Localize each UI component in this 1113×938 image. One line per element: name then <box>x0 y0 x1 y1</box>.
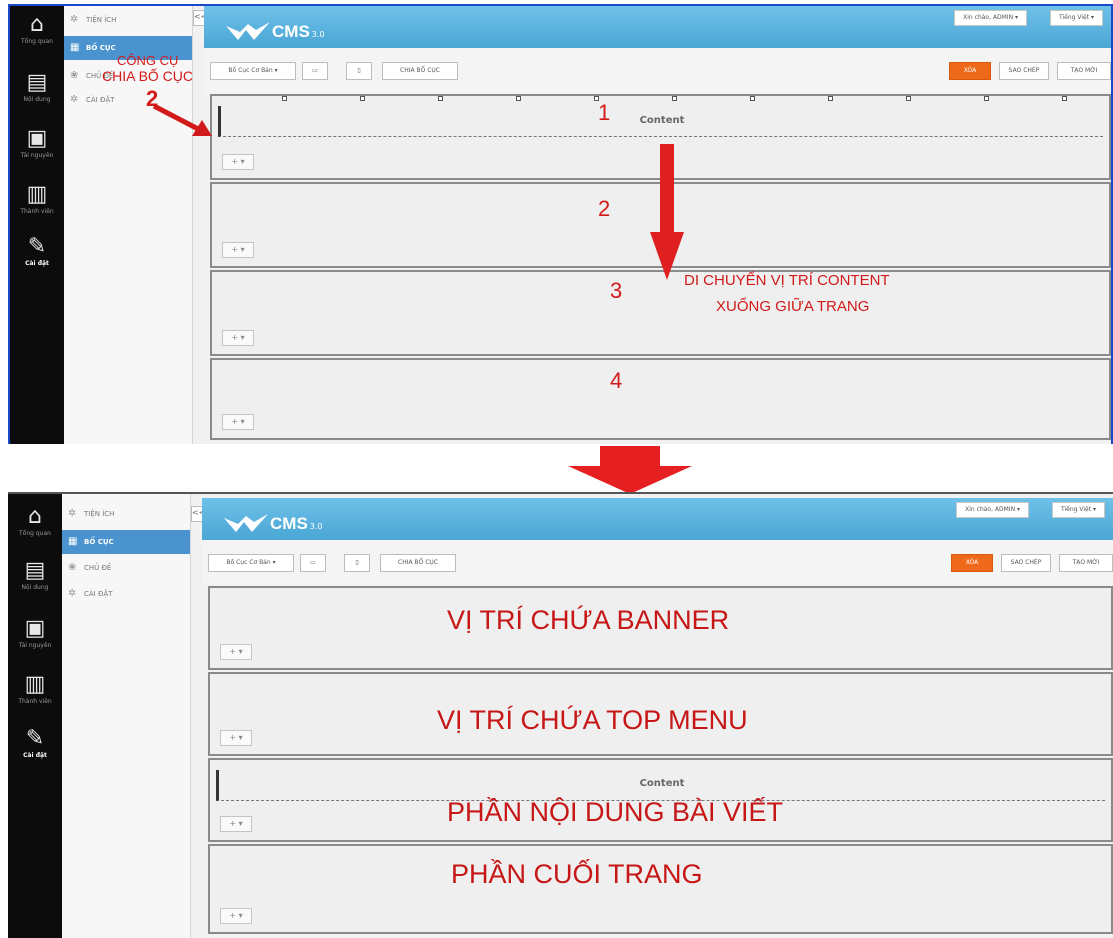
id-card-icon: ▥ <box>26 182 48 207</box>
monitor-icon: ▭ <box>312 67 318 74</box>
rail-item-settings[interactable]: ✎ Cài đặt <box>10 234 64 268</box>
sidebar-item-utilities[interactable]: ✲ TIỆN ÍCH <box>62 502 190 526</box>
star-icon: ✲ <box>70 14 79 25</box>
new-button[interactable]: TẠO MỚI <box>1059 554 1113 572</box>
home-icon: ⌂ <box>30 12 44 37</box>
delete-button[interactable]: XÓA <box>951 554 993 572</box>
logo-mark-icon <box>226 22 270 40</box>
add-column-button[interactable]: + ▾ <box>220 816 252 832</box>
wrench-icon: ✎ <box>27 234 47 259</box>
arrow-to-toolbar-icon <box>152 103 212 136</box>
phone-icon: ▯ <box>357 67 361 74</box>
palette-icon: ❀ <box>68 562 77 573</box>
annotation-top-menu: VỊ TRÍ CHỨA TOP MENU <box>437 705 748 735</box>
gear-icon: ✲ <box>68 588 77 599</box>
add-column-button[interactable]: + ▾ <box>220 908 252 924</box>
annotation-banner: VỊ TRÍ CHỨA BANNER <box>447 605 730 635</box>
add-column-button[interactable]: + ▾ <box>222 414 254 430</box>
annotation-tool-line1: CÔNG CỤ <box>117 53 179 68</box>
layout-select[interactable]: Bố Cục Cơ Bản ▾ <box>208 554 294 572</box>
sidebar-item-layout[interactable]: ▦ BỐ CỤC <box>62 530 190 554</box>
copy-button[interactable]: SAO CHÉP <box>999 62 1049 80</box>
icon-rail: ⌂ Tổng quan ▤ Nội dung ▣ Tài nguyên ▥ Th… <box>10 6 64 444</box>
desktop-view-button[interactable]: ▭ <box>300 554 326 572</box>
user-menu-button[interactable]: Xin chào, ADMIN ▾ <box>954 10 1027 26</box>
transition-arrow-icon <box>568 446 692 494</box>
annotation-move-line2: XUỐNG GIỮA TRANG <box>716 298 870 315</box>
split-layout-button[interactable]: CHIA BỐ CỤC <box>380 554 456 572</box>
app-logo: CMS 3.0 <box>224 506 323 534</box>
wrench-icon: ✎ <box>25 726 45 751</box>
copy-button[interactable]: SAO CHÉP <box>1001 554 1051 572</box>
archive-icon: ▣ <box>26 126 48 151</box>
mobile-view-button[interactable]: ▯ <box>344 554 370 572</box>
archive-icon: ▣ <box>24 616 46 641</box>
add-column-button[interactable]: + ▾ <box>220 730 252 746</box>
icon-rail: ⌂ Tổng quan ▤ Nội dung ▣ Tài nguyên ▥ Th… <box>8 494 62 938</box>
row-number: 3 <box>610 278 623 303</box>
rail-item-resources[interactable]: ▣ Tài nguyên <box>8 616 62 650</box>
arrow-down-icon <box>650 144 684 280</box>
logo-mark-icon <box>224 514 268 532</box>
rail-item-members[interactable]: ▥ Thành viên <box>8 672 62 706</box>
rail-item-overview[interactable]: ⌂ Tổng quan <box>8 504 62 538</box>
gear-icon: ✲ <box>70 94 79 105</box>
id-card-icon: ▥ <box>24 672 46 697</box>
document-icon: ▤ <box>26 70 48 95</box>
rail-item-content[interactable]: ▤ Nội dung <box>10 70 64 104</box>
content-block[interactable]: Content <box>218 106 1103 137</box>
layout-icon: ▦ <box>68 536 78 547</box>
language-select[interactable]: Tiếng Việt ▾ <box>1050 10 1103 26</box>
mobile-view-button[interactable]: ▯ <box>346 62 372 80</box>
monitor-icon: ▭ <box>310 559 316 566</box>
annotation-footer: PHẦN CUỐI TRANG <box>451 859 703 889</box>
sidebar-item-themes[interactable]: ❀ CHỦ ĐỀ <box>62 556 190 580</box>
row-number: 1 <box>598 100 611 125</box>
add-column-button[interactable]: + ▾ <box>220 644 252 660</box>
column-ruler <box>212 96 1109 102</box>
document-icon: ▤ <box>24 558 46 583</box>
phone-icon: ▯ <box>355 559 359 566</box>
annotation-post-content: PHẦN NỘI DUNG BÀI VIẾT <box>447 797 784 827</box>
layout-icon: ▦ <box>70 42 80 53</box>
layout-toolbar: Bố Cục Cơ Bản ▾ ▭ ▯ CHIA BỐ CỤC XÓA SAO … <box>202 540 1113 584</box>
annotation-tool-line2: CHIA BỐ CỤC <box>102 68 194 84</box>
rail-item-members[interactable]: ▥ Thành viên <box>10 182 64 216</box>
desktop-view-button[interactable]: ▭ <box>302 62 328 80</box>
sidebar-item-settings[interactable]: ✲ CÀI ĐẶT <box>62 582 190 606</box>
sidebar-item-utilities[interactable]: ✲ TIỆN ÍCH <box>64 8 192 32</box>
row-number: 2 <box>598 196 611 221</box>
rail-item-content[interactable]: ▤ Nội dung <box>8 558 62 592</box>
home-icon: ⌂ <box>28 504 42 529</box>
app-header: CMS 3.0 Xin chào, ADMIN ▾ Tiếng Việt ▾ <box>202 498 1113 540</box>
rail-item-overview[interactable]: ⌂ Tổng quan <box>10 12 64 46</box>
layout-row[interactable]: + ▾ <box>210 358 1111 440</box>
layout-toolbar: Bố Cục Cơ Bản ▾ ▭ ▯ CHIA BỐ CỤC XÓA SAO … <box>204 48 1111 96</box>
palette-icon: ❀ <box>70 70 79 81</box>
layout-select[interactable]: Bố Cục Cơ Bản ▾ <box>210 62 296 80</box>
row-number: 4 <box>610 368 623 393</box>
delete-button[interactable]: XÓA <box>949 62 991 80</box>
add-column-button[interactable]: + ▾ <box>222 154 254 170</box>
language-select[interactable]: Tiếng Việt ▾ <box>1052 502 1105 518</box>
star-icon: ✲ <box>68 508 77 519</box>
rail-item-settings[interactable]: ✎ Cài đặt <box>8 726 62 760</box>
app-header: CMS 3.0 Xin chào, ADMIN ▾ Tiếng Việt ▾ <box>204 6 1111 48</box>
split-layout-button[interactable]: CHIA BỐ CỤC <box>382 62 458 80</box>
sidebar: ✲ TIỆN ÍCH ▦ BỐ CỤC ❀ CHỦ ĐỀ ✲ CÀI ĐẶT <box>62 494 191 938</box>
rail-item-resources[interactable]: ▣ Tài nguyên <box>10 126 64 160</box>
app-logo: CMS 3.0 <box>226 14 325 42</box>
add-column-button[interactable]: + ▾ <box>222 330 254 346</box>
user-menu-button[interactable]: Xin chào, ADMIN ▾ <box>956 502 1029 518</box>
new-button[interactable]: TẠO MỚI <box>1057 62 1111 80</box>
add-column-button[interactable]: + ▾ <box>222 242 254 258</box>
annotation-move-line1: DI CHUYỂN VỊ TRÍ CONTENT <box>684 272 890 289</box>
